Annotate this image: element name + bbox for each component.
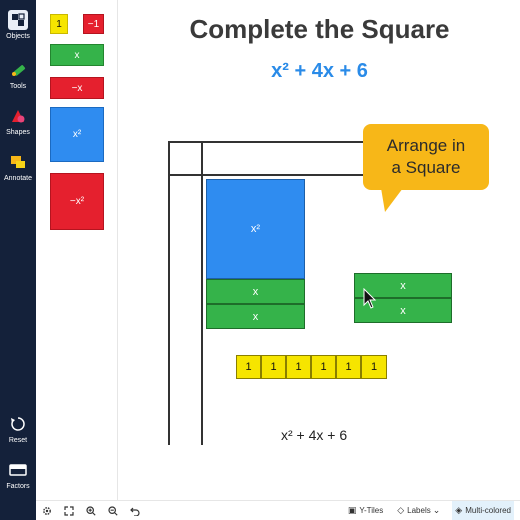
labels-label: Labels [407, 506, 431, 515]
page-title: Complete the Square [189, 14, 450, 44]
mouse-pointer-icon [363, 288, 377, 309]
palette-tile-neg-one[interactable]: −1 [83, 14, 104, 34]
placed-unit-tile[interactable]: 1 [261, 355, 286, 379]
rail-factors-label: Factors [6, 483, 30, 490]
ytiles-label: Y-Tiles [359, 506, 384, 515]
arrange-callout: Arrange in a Square [363, 124, 489, 190]
ytiles-toggle[interactable]: ▣ Y-Tiles [348, 501, 383, 520]
tag-icon: ◇ [397, 505, 405, 515]
palette-tile-neg-x-squared[interactable]: −x² [50, 173, 104, 230]
callout-line-2: a Square [391, 158, 461, 177]
objects-icon [8, 10, 28, 30]
side-rail: Objects Tools Shapes Annotate Reset Fact… [0, 0, 36, 520]
zoom-in-icon[interactable] [80, 501, 102, 520]
shapes-icon [8, 106, 28, 126]
fullscreen-icon[interactable] [58, 501, 80, 520]
workspace-canvas[interactable]: Complete the Square x² + 4x + 6 x² x x x… [119, 0, 520, 500]
callout-line-1: Arrange in [386, 136, 466, 155]
undo-icon[interactable] [124, 501, 146, 520]
rail-shapes-label: Shapes [6, 129, 30, 136]
placed-unit-tile[interactable]: 1 [336, 355, 361, 379]
palette-tile-x[interactable]: x [50, 44, 104, 66]
rail-reset-label: Reset [8, 437, 28, 444]
placed-x-tile[interactable]: x [206, 304, 305, 329]
rail-objects[interactable]: Objects [0, 10, 36, 40]
bottom-toolbar: ▣ Y-Tiles ◇ Labels ⌄ ◈ Multi-colored [36, 500, 520, 520]
rail-annotate[interactable]: Annotate [0, 152, 36, 182]
callout-tail [381, 188, 403, 212]
frame-horizontal-inner [168, 174, 363, 176]
reset-icon [8, 414, 28, 434]
paint-bucket-icon: ◈ [455, 505, 463, 515]
rail-factors[interactable]: Factors [0, 460, 36, 490]
color-mode-label: Multi-colored [465, 506, 511, 515]
chevron-down-icon: ⌄ [432, 505, 441, 515]
rail-shapes[interactable]: Shapes [0, 106, 36, 136]
placed-unit-tile[interactable]: 1 [286, 355, 311, 379]
placed-unit-tile[interactable]: 1 [236, 355, 261, 379]
tools-icon [8, 60, 28, 80]
placed-unit-tile[interactable]: 1 [361, 355, 387, 379]
palette-tile-neg-x[interactable]: −x [50, 77, 104, 99]
rail-reset[interactable]: Reset [0, 414, 36, 444]
annotate-icon [8, 152, 28, 172]
target-expression: x² + 4x + 6 [271, 60, 368, 82]
rail-tools[interactable]: Tools [0, 60, 36, 90]
color-mode-toggle[interactable]: ◈ Multi-colored [452, 500, 514, 520]
frame-vertical-inner [201, 141, 203, 445]
tile-palette: 1 −1 x −x x² −x² [36, 0, 118, 500]
factors-icon [8, 460, 28, 480]
zoom-out-icon[interactable] [102, 501, 124, 520]
settings-icon[interactable] [36, 501, 58, 520]
rail-annotate-label: Annotate [3, 175, 33, 182]
algebra-tiles-app: Objects Tools Shapes Annotate Reset Fact… [0, 0, 520, 520]
result-expression: x² + 4x + 6 [281, 427, 348, 443]
placed-unit-tile[interactable]: 1 [311, 355, 336, 379]
placed-x-tile[interactable]: x [206, 279, 305, 304]
palette-tile-x-squared[interactable]: x² [50, 107, 104, 162]
placed-x-squared-tile[interactable]: x² [206, 179, 305, 279]
rail-objects-label: Objects [6, 33, 30, 40]
frame-vertical-outer [168, 141, 170, 445]
labels-dropdown[interactable]: ◇ Labels ⌄ [397, 501, 440, 520]
palette-tile-one[interactable]: 1 [50, 14, 68, 34]
rail-tools-label: Tools [9, 83, 27, 90]
frame-horizontal-outer [168, 141, 363, 143]
ytiles-icon: ▣ [347, 505, 357, 515]
